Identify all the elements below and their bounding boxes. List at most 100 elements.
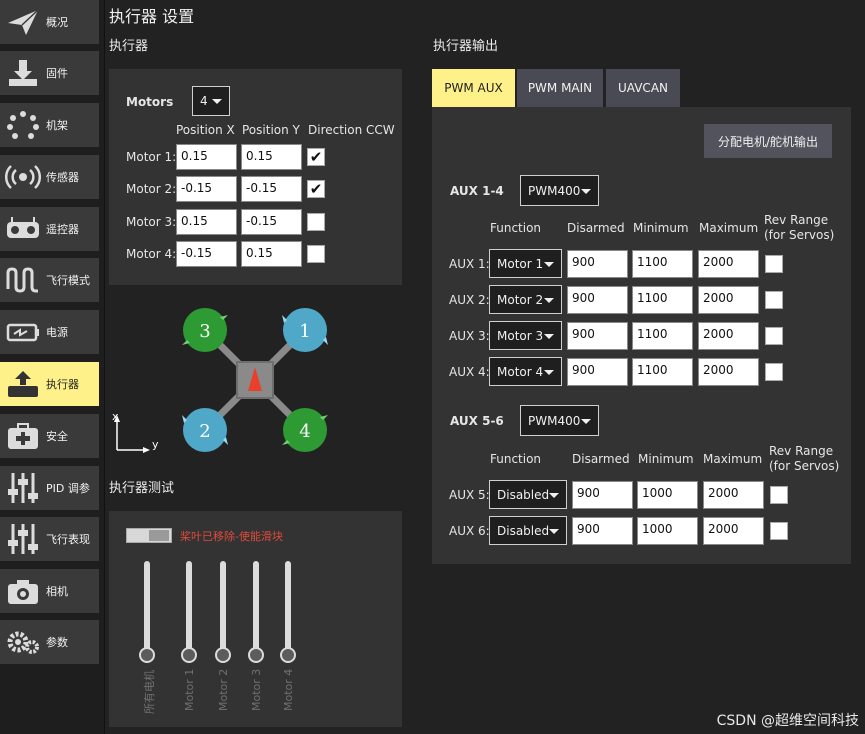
aux-3-maximum-input[interactable]: 2000 <box>698 322 759 350</box>
sidebar-item-pid-tuning[interactable]: PID 调参 <box>0 466 99 510</box>
aux-2-rev-range-checkbox[interactable] <box>765 291 783 309</box>
actuator-test-panel: 桨叶已移除-使能滑块 所有电机 Motor 1 Motor 2 Motor 3 … <box>109 511 402 727</box>
chevron-down-icon <box>581 418 591 424</box>
aux-2-minimum-input[interactable]: 1100 <box>632 286 693 314</box>
tab-pwm-aux[interactable]: PWM AUX <box>432 69 515 107</box>
aux-5-6-rate-select[interactable]: PWM400 <box>520 405 599 436</box>
sidebar-item-flight-behavior[interactable]: 飞行表现 <box>0 517 99 561</box>
aux-6-rev-range-checkbox[interactable] <box>770 522 788 540</box>
switch-knob <box>149 530 169 541</box>
aux-6-maximum-input[interactable]: 2000 <box>703 517 764 545</box>
aux-1-rev-range-checkbox[interactable] <box>765 255 783 273</box>
aux-1-4-rate-value: PWM400 <box>528 183 581 198</box>
sliders-warning: 桨叶已移除-使能滑块 <box>180 530 283 543</box>
sidebar-item-label: 机架 <box>46 119 68 132</box>
motors-count-select[interactable]: 4 <box>192 86 230 116</box>
aux-2-function-select[interactable]: Motor 2 <box>489 285 562 314</box>
aux-6-minimum-input[interactable]: 1000 <box>637 517 698 545</box>
aux-5-minimum-input[interactable]: 1000 <box>637 481 698 509</box>
motor-4-position-y-input[interactable]: 0.15 <box>241 241 302 267</box>
tab-uavcan[interactable]: UAVCAN <box>606 69 680 107</box>
aux-3-minimum-input[interactable]: 1100 <box>632 322 693 350</box>
aux-2-disarmed-input[interactable]: 900 <box>567 286 628 314</box>
aux-4-minimum-input[interactable]: 1100 <box>632 358 693 386</box>
aux-1-maximum-input[interactable]: 2000 <box>698 250 759 278</box>
sidebar-item-sensors[interactable]: 传感器 <box>0 155 99 199</box>
motor-number: 3 <box>199 321 210 342</box>
slider-all-motors-knob[interactable] <box>139 647 155 663</box>
aux-5-disarmed-input[interactable]: 900 <box>572 481 633 509</box>
sidebar-item-overview[interactable]: 概况 <box>0 0 99 44</box>
aux-row-label: AUX 4: <box>449 365 490 379</box>
aux-4-maximum-input[interactable]: 2000 <box>698 358 759 386</box>
sidebar-item-actuators[interactable]: 执行器 <box>0 362 99 406</box>
assign-outputs-button[interactable]: 分配电机/舵机输出 <box>704 124 832 158</box>
aux-5-rev-range-checkbox[interactable] <box>770 486 788 504</box>
sidebar-item-firmware[interactable]: 固件 <box>0 51 99 95</box>
camera-icon <box>0 569 46 613</box>
aux-2-maximum-input[interactable]: 2000 <box>698 286 759 314</box>
slider-motor-2-knob[interactable] <box>215 647 231 663</box>
aux-5-function-value: Disabled <box>497 487 550 502</box>
col-disarmed: Disarmed <box>567 221 625 235</box>
aux-6-function-select[interactable]: Disabled <box>489 516 567 545</box>
sidebar-item-airframe[interactable]: 机架 <box>0 103 99 147</box>
sidebar-item-label: 传感器 <box>46 171 79 184</box>
aux-row-label: AUX 2: <box>449 293 490 307</box>
motor-4-ccw-checkbox[interactable] <box>307 245 325 263</box>
motor-3-position-y-input[interactable]: -0.15 <box>241 209 302 235</box>
gears-icon <box>0 620 46 664</box>
motor-row-label: Motor 4: <box>126 247 177 261</box>
motor-1-position-x-input[interactable]: 0.15 <box>176 144 237 170</box>
slider-motor-3-knob[interactable] <box>248 647 264 663</box>
enable-sliders-switch[interactable] <box>126 528 172 543</box>
aux-3-disarmed-input[interactable]: 900 <box>567 322 628 350</box>
sidebar-item-label: PID 调参 <box>46 482 90 495</box>
aux-row-label: AUX 3: <box>449 329 490 343</box>
sliders-icon <box>0 517 46 561</box>
col-function: Function <box>490 221 542 235</box>
motor-2-position-y-input[interactable]: -0.15 <box>241 176 302 202</box>
aux-1-function-select[interactable]: Motor 1 <box>489 249 562 278</box>
motor-4-position-x-input[interactable]: -0.15 <box>176 241 237 267</box>
sidebar-item-radio[interactable]: 遥控器 <box>0 207 99 251</box>
slider-label: Motor 3 <box>250 668 263 711</box>
motor-1-position-y-input[interactable]: 0.15 <box>241 144 302 170</box>
col-function: Function <box>490 452 542 466</box>
motor-number: 4 <box>299 421 310 442</box>
aux-1-4-rate-select[interactable]: PWM400 <box>520 175 599 206</box>
aux-4-rev-range-checkbox[interactable] <box>765 363 783 381</box>
motor-1-ccw-checkbox[interactable]: ✔ <box>307 148 325 166</box>
slider-motor-1-knob[interactable] <box>181 647 197 663</box>
aux-5-maximum-input[interactable]: 2000 <box>703 481 764 509</box>
slider-motor-4-knob[interactable] <box>280 647 296 663</box>
motor-2-ccw-checkbox[interactable]: ✔ <box>307 180 325 198</box>
aux-1-4-label: AUX 1-4 <box>450 184 504 198</box>
aux-1-minimum-input[interactable]: 1100 <box>632 250 693 278</box>
sidebar-item-label: 固件 <box>46 67 68 80</box>
checkmark-icon: ✔ <box>309 147 323 166</box>
sidebar-item-power[interactable]: 电源 <box>0 310 99 354</box>
motor-3-position-x-input[interactable]: 0.15 <box>176 209 237 235</box>
col-minimum: Minimum <box>633 221 689 235</box>
motor-3-ccw-checkbox[interactable] <box>307 213 325 231</box>
sidebar-item-safety[interactable]: 安全 <box>0 414 99 458</box>
sidebar-item-camera[interactable]: 相机 <box>0 569 99 613</box>
download-icon <box>0 51 46 95</box>
wave-icon <box>0 258 46 302</box>
motor-2-position-x-input[interactable]: -0.15 <box>176 176 237 202</box>
aux-5-function-select[interactable]: Disabled <box>489 480 567 509</box>
aux-4-function-select[interactable]: Motor 4 <box>489 357 562 386</box>
aux-3-rev-range-checkbox[interactable] <box>765 327 783 345</box>
outputs-panel: 分配电机/舵机输出 AUX 1-4 PWM400 Function Disarm… <box>432 107 851 564</box>
aux-6-disarmed-input[interactable]: 900 <box>572 517 633 545</box>
aux-3-function-select[interactable]: Motor 3 <box>489 321 562 350</box>
sidebar-item-flight-modes[interactable]: 飞行模式 <box>0 258 99 302</box>
col-maximum: Maximum <box>703 452 763 466</box>
aux-4-disarmed-input[interactable]: 900 <box>567 358 628 386</box>
tab-pwm-main[interactable]: PWM MAIN <box>517 69 603 107</box>
watermark: CSDN @超维空间科技 <box>716 713 859 729</box>
aux-1-disarmed-input[interactable]: 900 <box>567 250 628 278</box>
sidebar-item-parameters[interactable]: 参数 <box>0 620 99 664</box>
chevron-down-icon <box>549 492 559 498</box>
